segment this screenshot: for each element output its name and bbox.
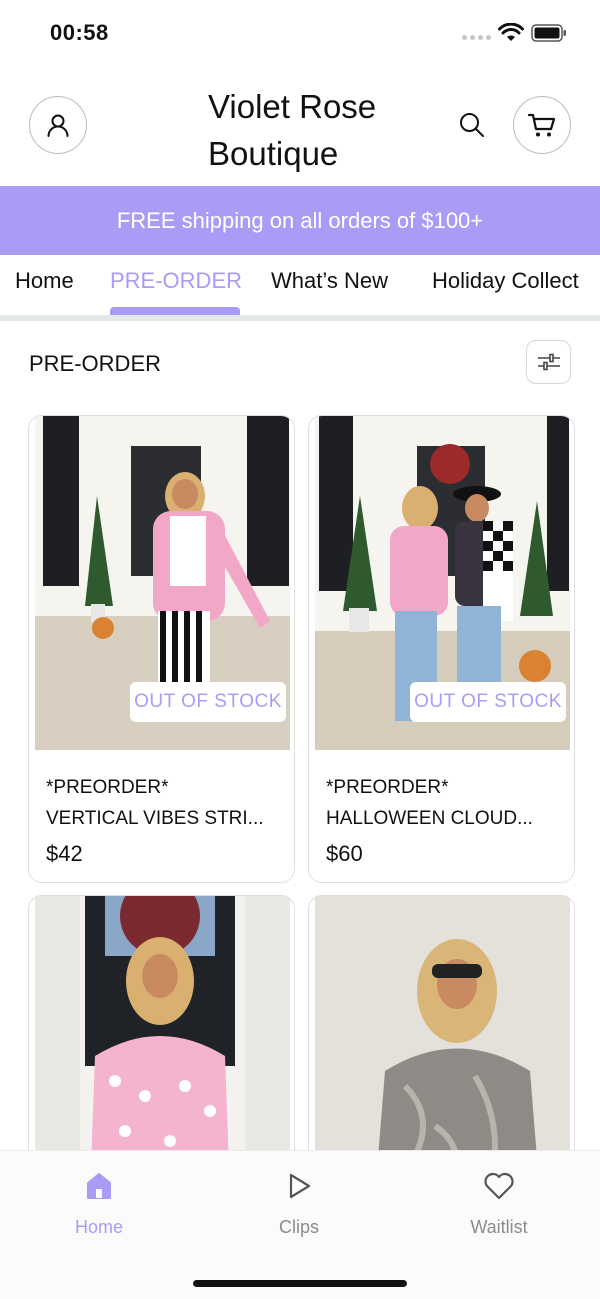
tabs-divider [0,315,600,321]
product-name: *PREORDER* HALLOWEEN CLOUD... [326,777,533,829]
category-tabs: Home PRE-ORDER What’s New Holiday Collec… [0,255,600,318]
nav-home-label: Home [74,1217,123,1237]
product-price: $42 [46,841,83,866]
nav-clips[interactable]: Clips [239,1169,359,1238]
section-title: PRE-ORDER [29,351,162,376]
app-header: Violet Rose Boutique [0,66,600,186]
heart-icon [484,1172,514,1200]
signal-icon [462,35,491,40]
tab-whats-new[interactable]: What’s New [271,268,388,318]
tab-home[interactable]: Home [15,268,74,318]
play-icon [289,1173,311,1199]
store-title: Violet Rose Boutique [208,88,377,172]
account-button[interactable] [29,96,87,154]
product-card[interactable]: OUT OF STOCK *PREORDER* HALLOWEEN CLOUD.… [308,415,575,883]
status-time: 00:58 [50,20,109,45]
nav-clips-label: Clips [278,1217,319,1237]
out-of-stock-badge: OUT OF STOCK [410,682,566,722]
home-icon [87,1173,111,1199]
product-card[interactable]: OUT OF STOCK *PREORDER* VERTICAL VIBES S… [28,415,295,883]
home-indicator [193,1280,407,1287]
user-icon [47,114,69,137]
promo-banner-text: FREE shipping on all orders of $100+ [116,207,484,233]
bottom-nav: Home Clips Waitlist [0,1150,600,1299]
product-price: $60 [326,841,363,866]
wifi-icon [498,23,524,41]
cart-icon [527,113,556,137]
search-icon [460,113,484,137]
filter-button[interactable] [526,340,571,384]
battery-icon [531,24,566,42]
search-button[interactable] [455,108,489,142]
product-name: *PREORDER* VERTICAL VIBES STRI... [46,777,264,829]
promo-banner[interactable]: FREE shipping on all orders of $100+ [0,186,600,255]
tab-holiday-collection[interactable]: Holiday Collect [432,268,579,318]
nav-waitlist[interactable]: Waitlist [439,1169,559,1238]
status-bar: 00:58 [0,0,600,66]
nav-waitlist-label: Waitlist [470,1217,528,1237]
nav-home[interactable]: Home [39,1169,159,1238]
sliders-icon [537,353,560,371]
cart-button[interactable] [513,96,571,154]
active-tab-indicator [110,307,240,315]
out-of-stock-badge: OUT OF STOCK [130,682,286,722]
